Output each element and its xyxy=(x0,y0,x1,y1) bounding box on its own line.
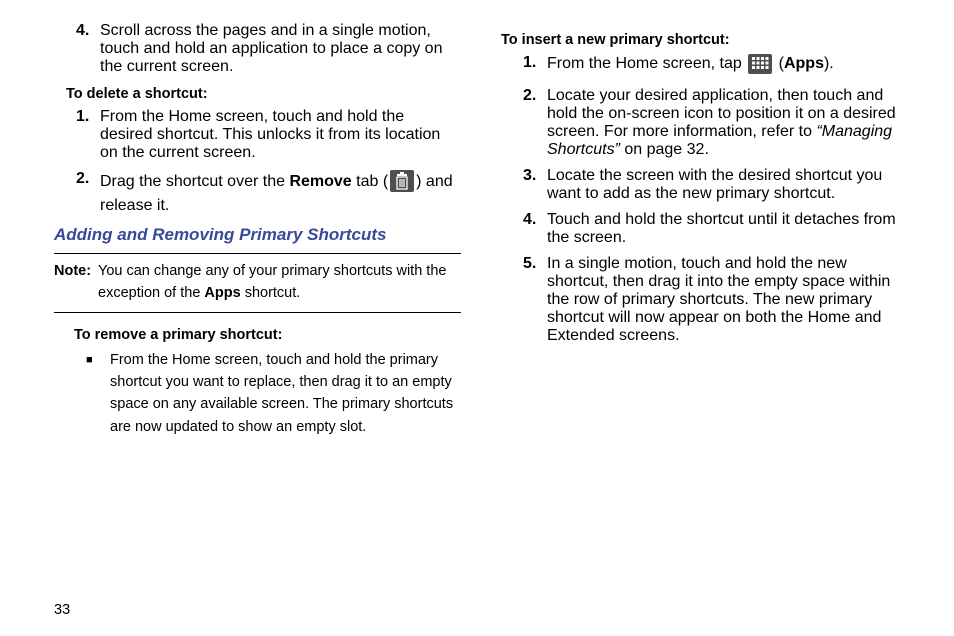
square-bullet-icon: ■ xyxy=(86,349,110,439)
text-fragment: tab ( xyxy=(352,173,388,190)
delete-step-2: 2. Drag the shortcut over the Remove tab… xyxy=(54,170,461,215)
section-title: Adding and Removing Primary Shortcuts xyxy=(54,225,461,245)
right-column: To insert a new primary shortcut: 1. Fro… xyxy=(501,22,908,446)
step-number: 4. xyxy=(523,211,547,247)
text-fragment: ( xyxy=(774,55,784,72)
text-fragment: shortcut. xyxy=(241,285,301,301)
step-4: 4. Scroll across the pages and in a sing… xyxy=(54,22,461,76)
note-box: Note: You can change any of your primary… xyxy=(54,253,461,313)
step-number: 2. xyxy=(76,170,100,215)
step-text: Scroll across the pages and in a single … xyxy=(100,22,461,76)
note-row: Note: You can change any of your primary… xyxy=(54,261,461,305)
apps-label: Apps xyxy=(204,285,240,301)
left-column: 4. Scroll across the pages and in a sing… xyxy=(54,22,461,446)
remove-tab-label: Remove xyxy=(289,173,351,190)
step-text: In a single motion, touch and hold the n… xyxy=(547,255,908,345)
step-number: 2. xyxy=(523,87,547,159)
trash-icon xyxy=(390,170,414,197)
note-label: Note: xyxy=(54,261,98,305)
insert-step-5: 5. In a single motion, touch and hold th… xyxy=(501,255,908,345)
step-number: 3. xyxy=(523,167,547,203)
apps-label: Apps xyxy=(784,55,824,72)
insert-step-3: 3. Locate the screen with the desired sh… xyxy=(501,167,908,203)
step-number: 5. xyxy=(523,255,547,345)
step-text: Touch and hold the shortcut until it det… xyxy=(547,211,908,247)
apps-grid-icon xyxy=(748,54,772,79)
step-number: 1. xyxy=(523,54,547,79)
step-text: From the Home screen, tap (Apps). xyxy=(547,54,908,79)
page-number: 33 xyxy=(54,602,70,618)
text-fragment: Drag the shortcut over the xyxy=(100,173,289,190)
text-fragment: ). xyxy=(824,55,834,72)
text-fragment: on page 32. xyxy=(620,141,709,158)
note-text: You can change any of your primary short… xyxy=(98,261,461,305)
step-number: 1. xyxy=(76,108,100,162)
insert-primary-heading: To insert a new primary shortcut: xyxy=(501,32,908,48)
delete-shortcut-heading: To delete a shortcut: xyxy=(66,86,461,102)
text-fragment: From the Home screen, tap xyxy=(547,55,746,72)
bullet-text: From the Home screen, touch and hold the… xyxy=(110,349,461,439)
insert-step-4: 4. Touch and hold the shortcut until it … xyxy=(501,211,908,247)
manual-page: 4. Scroll across the pages and in a sing… xyxy=(0,0,954,636)
columns: 4. Scroll across the pages and in a sing… xyxy=(54,22,908,446)
remove-primary-heading: To remove a primary shortcut: xyxy=(74,327,461,343)
step-text: From the Home screen, touch and hold the… xyxy=(100,108,461,162)
remove-primary-bullet: ■ From the Home screen, touch and hold t… xyxy=(54,349,461,439)
step-number: 4. xyxy=(76,22,100,76)
step-text: Locate your desired application, then to… xyxy=(547,87,908,159)
delete-step-1: 1. From the Home screen, touch and hold … xyxy=(54,108,461,162)
insert-step-1: 1. From the Home screen, tap (Apps). xyxy=(501,54,908,79)
step-text: Drag the shortcut over the Remove tab ()… xyxy=(100,170,461,215)
insert-step-2: 2. Locate your desired application, then… xyxy=(501,87,908,159)
step-text: Locate the screen with the desired short… xyxy=(547,167,908,203)
